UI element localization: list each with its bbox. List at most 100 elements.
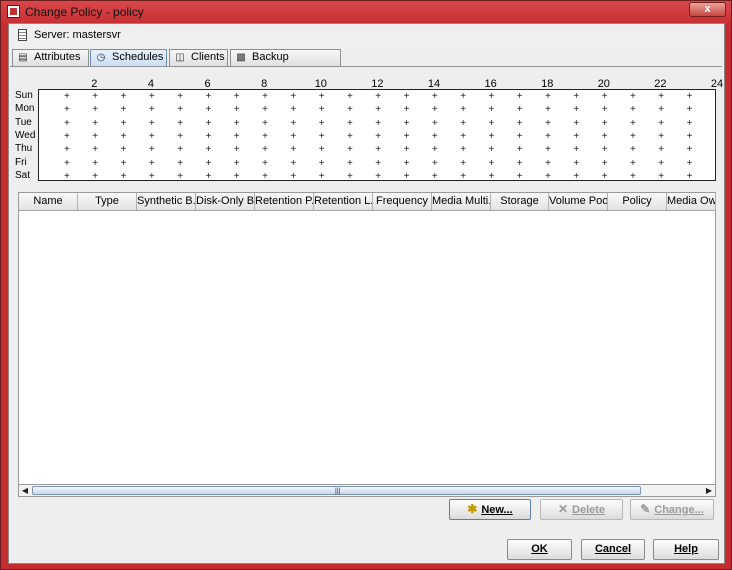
tab-backup-selections[interactable]: ▩ Backup Selections [230,49,341,78]
day-label: Tue [15,116,32,128]
schedules-table[interactable]: NameTypeSynthetic B...Disk-Only B...Rete… [18,192,716,485]
scroll-left-icon[interactable]: ◀ [19,485,31,496]
ok-button[interactable]: OK [507,539,572,560]
schedule-calendar: 2 4 6 8 10 12 14 16 18 20 22 24 Sun Mon Tue Wed Thu Fri S… [12,75,723,185]
grid-marker: + [601,157,608,169]
grid-marker: + [545,91,551,102]
grid-marker: + [601,130,608,142]
column-header[interactable]: Storage [491,193,549,210]
grid-marker: + [318,117,325,129]
grid-marker: + [630,130,636,142]
tab-label: Clients [191,51,225,63]
change-policy-window: Change Policy - policy x Server: masters… [0,0,732,570]
grid-marker: + [148,157,155,169]
column-header[interactable]: Frequency [373,193,432,210]
column-header[interactable]: Retention P... [255,193,314,210]
grid-marker: + [290,130,297,142]
grid-marker: + [516,91,523,102]
grid-marker: + [375,91,382,102]
grid-marker: + [347,117,353,129]
grid-marker: + [120,130,127,142]
close-button[interactable]: x [689,2,726,17]
column-header[interactable]: Media Multi... [432,193,491,210]
delete-button[interactable]: ✕ Delete [540,499,623,520]
scroll-thumb[interactable]: ||| [32,486,641,495]
grid-marker: + [460,144,467,156]
grid-marker: + [177,170,184,182]
column-header[interactable]: Disk-Only B... [196,193,255,210]
new-star-icon: ✱ [467,502,478,516]
grid-marker: + [262,104,268,116]
column-header[interactable]: Volume Pool [549,193,608,210]
tab-clients[interactable]: ◫ Clients [169,49,228,66]
scroll-right-icon[interactable]: ▶ [703,485,715,496]
horizontal-scrollbar[interactable]: ◀ ||| ▶ [18,484,716,497]
grid-marker: + [431,91,438,102]
grid-marker: + [658,130,665,142]
grid-marker: + [64,104,70,116]
grid-marker: + [403,157,410,169]
grid-marker: + [290,144,297,156]
grid-marker: + [64,91,70,102]
attributes-icon: ▤ [18,52,28,63]
grid-marker: + [460,117,467,129]
tab-attributes[interactable]: ▤ Attributes [12,49,89,66]
schedules-panel: 2 4 6 8 10 12 14 16 18 20 22 24 Sun Mon Tue Wed Thu Fri S… [10,66,723,534]
new-button[interactable]: ✱ New... [449,499,531,520]
day-label: Wed [15,129,36,141]
grid-marker: + [488,144,495,156]
grid-marker: + [148,170,155,182]
grid-marker: + [658,91,665,102]
grid-marker: + [573,91,580,102]
grid-marker: + [516,104,523,116]
grid-marker: + [545,157,551,169]
schedule-grid[interactable]: + + + + + + + + + + + + + + + + + + + + + + + + + + + + + + + + + + + + + + + +… [38,89,716,181]
grid-marker: + [205,157,212,169]
grid-marker: + [601,117,608,129]
grid-marker: + [262,170,268,182]
grid-marker: + [601,104,608,116]
day-label: Thu [15,143,33,155]
grid-marker: + [318,170,325,182]
grid-marker: + [177,91,184,102]
title-bar[interactable]: Change Policy - policy x [1,1,731,23]
grid-marker: + [403,117,410,129]
grid-marker: + [545,144,551,156]
column-header[interactable]: Name [19,193,78,210]
column-header[interactable]: Policy [608,193,667,210]
column-header[interactable]: Synthetic B... [137,193,196,210]
grid-marker: + [488,157,495,169]
grid-marker: + [120,157,127,169]
grid-marker: + [92,157,99,169]
grid-marker: + [148,91,155,102]
grid-marker: + [403,144,410,156]
column-header[interactable]: Media Own [667,193,716,210]
grid-marker: + [148,130,155,142]
grid-marker: + [233,91,240,102]
window-title: Change Policy - policy [25,5,144,19]
grid-marker: + [92,104,99,116]
tab-label: Schedules [112,51,164,63]
change-button[interactable]: ✎ Change... [630,499,714,520]
grid-marker: + [460,130,467,142]
app-icon [7,5,20,18]
grid-marker: + [262,91,268,102]
help-button[interactable]: Help [653,539,719,560]
grid-marker: + [403,130,410,142]
grid-marker: + [516,130,523,142]
grid-marker: + [233,130,240,142]
column-header[interactable]: Retention L... [314,193,373,210]
grid-marker: + [64,157,70,169]
grid-marker: + [460,170,467,182]
grid-marker: + [120,170,127,182]
grid-marker: + [290,157,297,169]
grid-marker: + [601,170,608,182]
grid-marker: + [120,117,127,129]
change-label: Change... [654,504,704,516]
column-header[interactable]: Type [78,193,137,210]
tab-schedules[interactable]: ◷ Schedules [90,49,167,66]
tab-strip: ▤ Attributes ◷ Schedules ◫ Clients ▩ Bac… [9,48,724,78]
cancel-button[interactable]: Cancel [581,539,645,560]
grid-marker: + [460,157,467,169]
grid-marker: + [630,157,636,169]
